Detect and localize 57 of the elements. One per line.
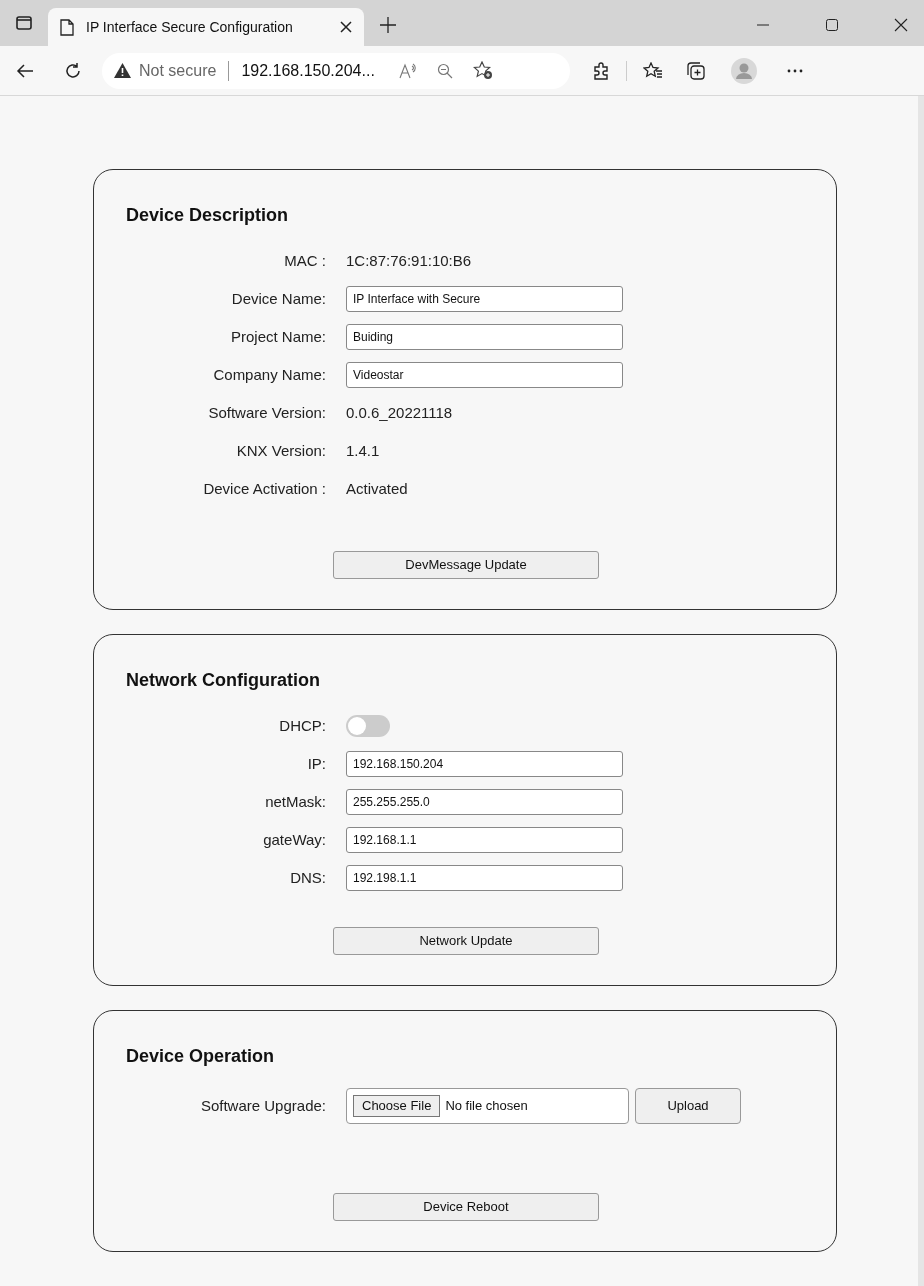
field-label: Device Name: — [230, 288, 327, 309]
section-title: Device Operation — [126, 1045, 276, 1068]
choose-file-button[interactable]: Choose File — [353, 1095, 441, 1117]
warning-icon — [114, 63, 131, 78]
file-picker[interactable]: Choose File No file chosen — [346, 1088, 629, 1124]
file-status: No file chosen — [445, 1097, 528, 1116]
new-tab-icon[interactable] — [380, 17, 396, 33]
field-value: 0.0.6_20221118 — [346, 402, 453, 423]
text-field[interactable]: Videostar — [346, 362, 623, 388]
text-field[interactable]: Buiding — [346, 324, 623, 350]
field-label: Company Name: — [212, 364, 327, 385]
add-favorite-icon[interactable] — [472, 61, 493, 80]
text-field[interactable]: 192.198.1.1 — [346, 865, 623, 891]
security-label: Not secure — [139, 60, 217, 81]
sidebar-icon[interactable] — [16, 16, 32, 30]
browser-tab[interactable]: IP Interface Secure Configuration — [48, 8, 364, 46]
field-label: DNS: — [289, 867, 327, 888]
text-field[interactable]: 192.168.1.1 — [346, 827, 623, 853]
profile-avatar-icon[interactable] — [731, 57, 757, 84]
action-button[interactable]: DevMessage Update — [333, 551, 599, 579]
field-label: KNX Version: — [235, 440, 327, 461]
close-window-icon[interactable] — [894, 18, 908, 32]
back-icon[interactable] — [16, 62, 34, 79]
field-label: Device Activation : — [202, 478, 327, 499]
upload-button[interactable]: Upload — [635, 1088, 741, 1124]
field-value: 1.4.1 — [346, 440, 380, 461]
field-label: DHCP: — [278, 715, 327, 736]
action-button[interactable]: Network Update — [333, 927, 599, 955]
maximize-icon[interactable] — [826, 19, 838, 31]
collections-icon[interactable] — [687, 61, 705, 80]
field-label: Software Version: — [207, 402, 327, 423]
field-value: Activated — [346, 478, 408, 499]
section-title: Device Description — [126, 204, 290, 227]
close-icon[interactable] — [340, 21, 352, 33]
action-button[interactable]: Device Reboot — [333, 1193, 599, 1221]
more-icon[interactable] — [787, 68, 803, 73]
text-field[interactable]: 255.255.255.0 — [346, 789, 623, 815]
read-aloud-icon[interactable] — [398, 62, 417, 79]
text-field[interactable]: 192.168.150.204 — [346, 751, 623, 777]
address-bar[interactable]: Not secure 192.168.150.204... — [102, 52, 570, 89]
field-label: Project Name: — [229, 326, 327, 347]
section-title: Network Configuration — [126, 669, 321, 692]
tab-title: IP Interface Secure Configuration — [86, 17, 293, 37]
toggle-switch[interactable] — [346, 715, 390, 737]
field-label: Software Upgrade: — [199, 1095, 327, 1116]
extensions-icon[interactable] — [592, 61, 610, 80]
zoom-out-icon[interactable] — [436, 62, 453, 79]
field-label: gateWay: — [262, 829, 327, 850]
field-label: netMask: — [264, 791, 327, 812]
field-label: IP: — [306, 753, 327, 774]
favorites-icon[interactable] — [643, 61, 663, 80]
field-label: MAC : — [283, 250, 327, 271]
text-field[interactable]: IP Interface with Secure — [346, 286, 623, 312]
page-icon — [60, 18, 74, 36]
refresh-icon[interactable] — [64, 61, 82, 80]
field-value: 1C:87:76:91:10:B6 — [346, 250, 472, 271]
url-text: 192.168.150.204... — [241, 60, 375, 81]
